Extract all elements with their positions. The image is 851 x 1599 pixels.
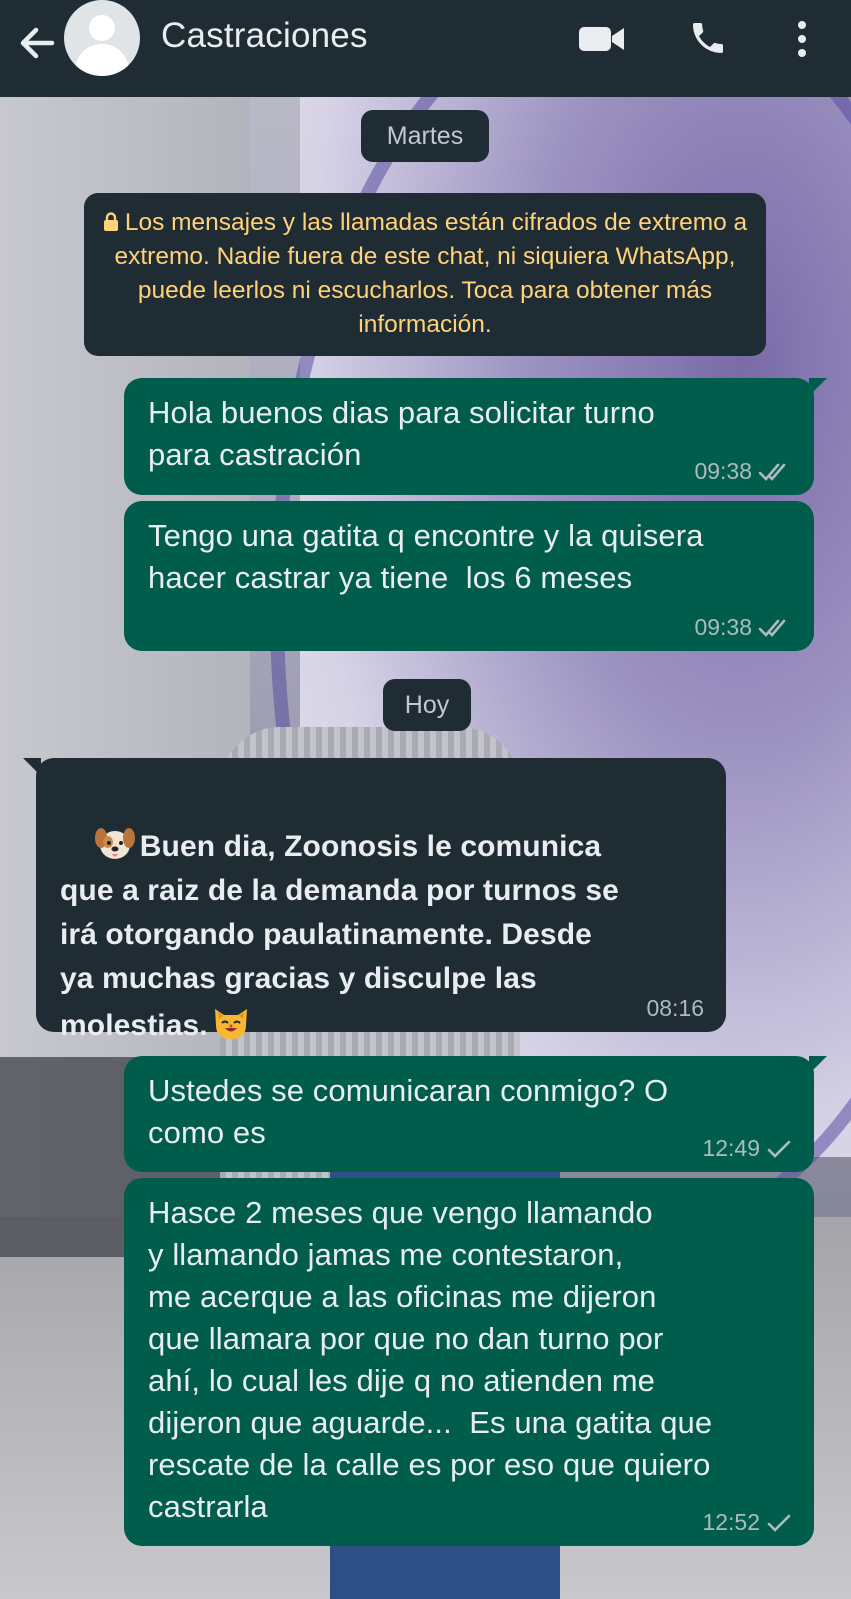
- chat-header: Castraciones: [0, 0, 851, 97]
- outgoing-message[interactable]: Tengo una gatita q encontre y la quisera…: [124, 501, 814, 651]
- dog-face-emoji: [94, 828, 135, 859]
- message-text: Hola buenos dias para solicitar turno pa…: [148, 395, 655, 472]
- date-divider-hoy: Hoy: [383, 679, 471, 731]
- message-time: 08:16: [646, 995, 704, 1021]
- incoming-message[interactable]: Buen dia, Zoonosis le comunica que a rai…: [23, 758, 726, 1042]
- message-time: 12:49: [702, 1135, 760, 1161]
- double-check-icon: [758, 619, 786, 637]
- video-call-icon[interactable]: [578, 22, 626, 56]
- more-vertical-icon[interactable]: [792, 18, 812, 60]
- outgoing-message[interactable]: Hasce 2 meses que vengo llamando y llama…: [124, 1178, 814, 1546]
- encryption-notice-text: Los mensajes y las llamadas están cifrad…: [114, 209, 748, 338]
- phone-icon[interactable]: [688, 18, 728, 58]
- default-avatar-icon[interactable]: [64, 0, 140, 76]
- message-text: Hasce 2 meses que vengo llamando y llama…: [148, 1195, 713, 1524]
- message-text: Buen dia, Zoonosis le comunica que a rai…: [60, 830, 619, 1042]
- message-text: Tengo una gatita q encontre y la quisera…: [148, 518, 704, 595]
- chat-title[interactable]: Castraciones: [161, 16, 368, 56]
- message-text: Ustedes se comunicaran conmigo? O como e…: [148, 1073, 669, 1150]
- message-time: 12:52: [702, 1509, 760, 1535]
- message-time: 09:38: [694, 458, 752, 484]
- encryption-notice[interactable]: Los mensajes y las llamadas están cifrad…: [84, 193, 766, 356]
- lock-icon: [103, 212, 118, 231]
- single-check-icon: [767, 1514, 791, 1532]
- cat-face-emoji: [214, 1009, 247, 1039]
- outgoing-message[interactable]: Ustedes se comunicaran conmigo? O como e…: [124, 1056, 827, 1172]
- arrow-left-icon[interactable]: [16, 22, 58, 64]
- double-check-icon: [758, 463, 786, 481]
- outgoing-message[interactable]: Hola buenos dias para solicitar turno pa…: [124, 378, 827, 495]
- single-check-icon: [767, 1140, 791, 1158]
- message-time: 09:38: [694, 614, 752, 640]
- date-divider-martes: Martes: [361, 110, 489, 162]
